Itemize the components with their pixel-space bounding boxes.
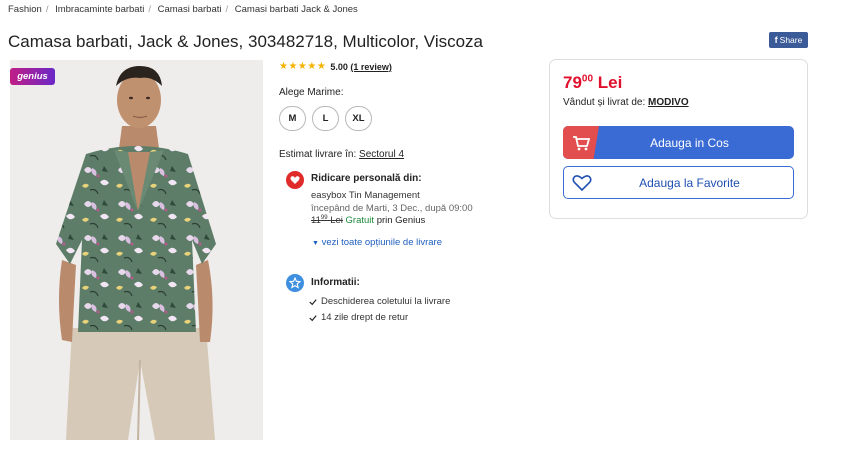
checkmark-icon bbox=[309, 314, 317, 321]
breadcrumb-separator: / bbox=[45, 4, 49, 15]
size-selector: M L XL bbox=[279, 106, 372, 131]
see-delivery-options-link[interactable]: ▼ vezi toate opțiunile de livrare bbox=[312, 237, 442, 248]
rating-stars-icon: ★★★★★ bbox=[279, 61, 327, 72]
pickup-title: Ridicare personală din: bbox=[311, 173, 422, 184]
pickup-price: 1199 Lei Gratuit prin Genius bbox=[311, 215, 425, 226]
add-to-favorites-label: Adauga la Favorite bbox=[639, 175, 740, 190]
chevron-down-icon: ▼ bbox=[312, 240, 319, 247]
breadcrumb-item-shirts[interactable]: Camasi barbati bbox=[158, 4, 222, 15]
cart-icon bbox=[563, 126, 599, 159]
rating-reviews-link[interactable]: (1 review) bbox=[350, 62, 392, 72]
heart-pin-icon bbox=[286, 171, 304, 189]
product-title: Camasa barbati, Jack & Jones, 303482718,… bbox=[8, 32, 484, 51]
info-item: 14 zile drept de retur bbox=[309, 312, 408, 323]
pickup-free-suffix: prin Genius bbox=[376, 215, 426, 227]
breadcrumb-separator: / bbox=[148, 4, 151, 15]
product-price: 7900 Lei bbox=[563, 73, 623, 92]
breadcrumb: Fashion / Imbracaminte barbati / Camasi ba… bbox=[8, 4, 358, 15]
product-image[interactable] bbox=[10, 60, 263, 440]
pickup-date: începând de Marti, 3 Dec., după 09:00 bbox=[311, 203, 473, 214]
checkmark-icon bbox=[309, 298, 317, 305]
heart-icon bbox=[564, 174, 600, 192]
delivery-estimate-label: Estimat livrare în: bbox=[279, 149, 357, 160]
breadcrumb-item-clothing[interactable]: Imbracaminte barbati bbox=[55, 4, 144, 15]
pickup-old-price: 1199 Lei bbox=[311, 215, 343, 227]
facebook-icon: f bbox=[774, 35, 778, 45]
pickup-location-name: easybox Tin Management bbox=[311, 190, 420, 201]
breadcrumb-separator: / bbox=[225, 4, 229, 15]
genius-badge: genius bbox=[10, 68, 55, 85]
info-title: Informatii: bbox=[311, 277, 360, 288]
product-photo-illustration bbox=[56, 66, 216, 440]
rating: ★★★★★ 5.00 (1 review) bbox=[279, 61, 392, 72]
seller-info: Vândut și livrat de: MODIVO bbox=[563, 97, 689, 108]
size-option-xl[interactable]: XL bbox=[345, 106, 372, 131]
add-to-favorites-button[interactable]: Adauga la Favorite bbox=[563, 166, 794, 199]
share-label: Share bbox=[779, 35, 803, 45]
star-badge-icon bbox=[286, 274, 304, 292]
size-option-l[interactable]: L bbox=[312, 106, 339, 131]
delivery-location-link[interactable]: Sectorul 4 bbox=[359, 149, 404, 160]
info-item: Deschiderea coletului la livrare bbox=[309, 296, 450, 307]
add-to-cart-label: Adauga in Cos bbox=[650, 135, 729, 150]
size-option-m[interactable]: M bbox=[279, 106, 306, 131]
delivery-estimate: Estimat livrare în: Sectorul 4 bbox=[279, 149, 404, 160]
seller-label: Vândut și livrat de: bbox=[563, 97, 646, 108]
rating-value: 5.00 bbox=[330, 61, 348, 72]
add-to-cart-button[interactable]: Adauga in Cos bbox=[563, 126, 794, 159]
pickup-free-label: Gratuit bbox=[345, 215, 375, 227]
breadcrumb-item-fashion[interactable]: Fashion bbox=[8, 4, 42, 15]
share-button[interactable]: f Share bbox=[769, 32, 808, 48]
breadcrumb-item-brand-shirts[interactable]: Camasi barbati Jack & Jones bbox=[235, 4, 358, 15]
size-label: Alege Marime: bbox=[279, 87, 344, 98]
seller-name-link[interactable]: MODIVO bbox=[648, 97, 689, 108]
rating-summary[interactable]: 5.00 (1 review) bbox=[330, 62, 392, 72]
